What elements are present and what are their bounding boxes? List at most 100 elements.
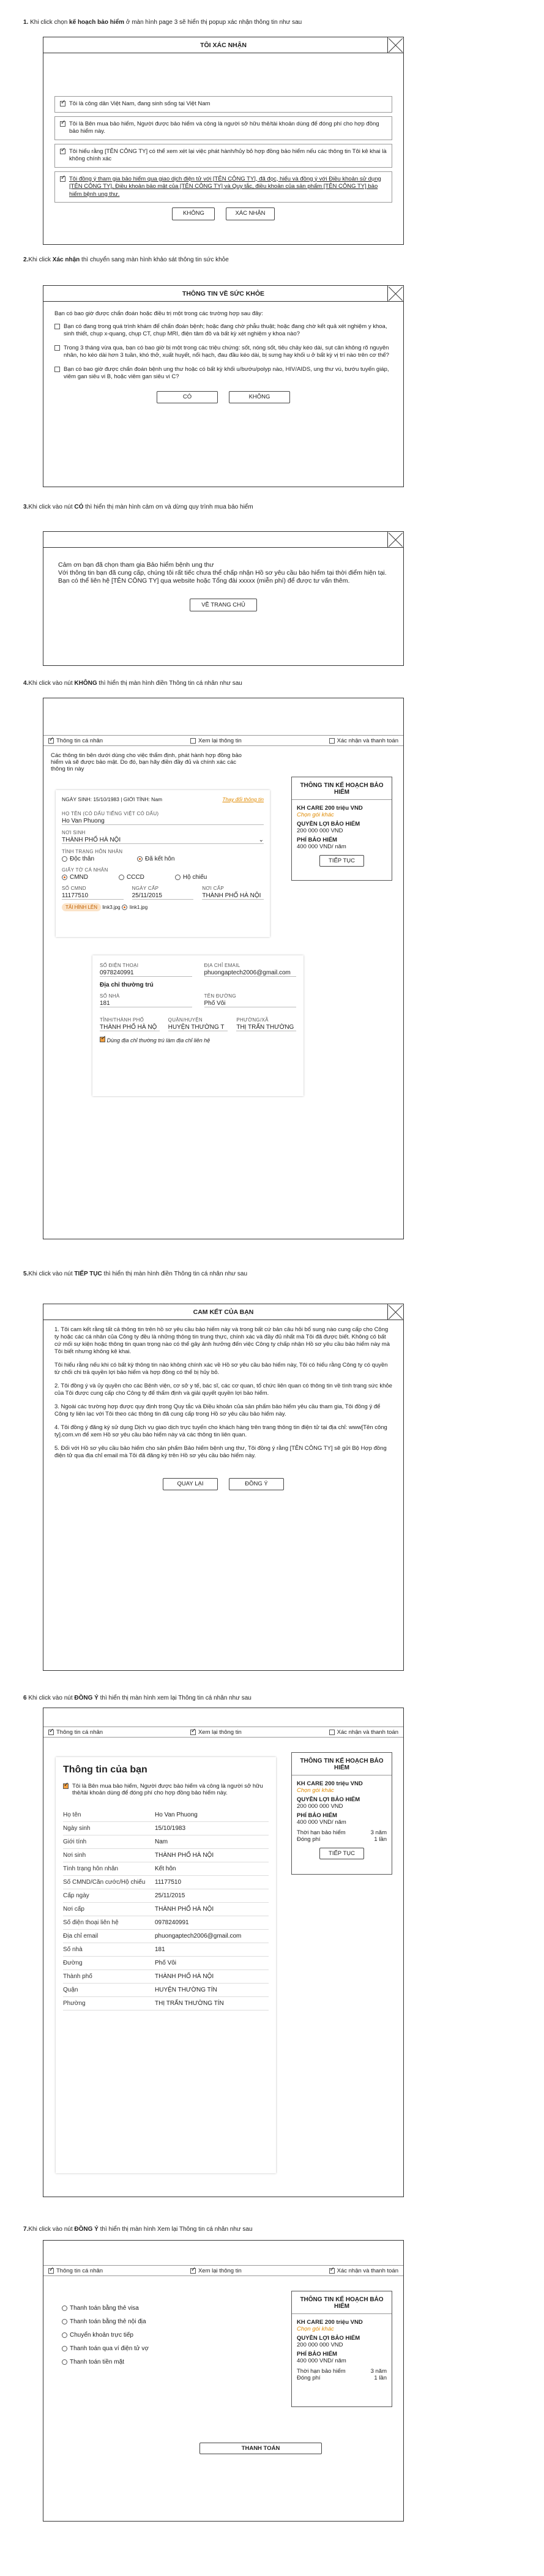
- upload-button[interactable]: TẢI HÌNH LÊN: [62, 903, 102, 911]
- health-item[interactable]: Trong 3 tháng vừa qua, bạn có bao giờ bị…: [54, 343, 392, 361]
- issue-date-field[interactable]: 25/11/2015: [132, 892, 194, 900]
- review-screen: Thông tin cá nhân Xem lại thông tin Xác …: [43, 1708, 404, 2197]
- tab-personal-info[interactable]: Thông tin cá nhân: [48, 736, 103, 744]
- radio-cmnd[interactable]: CMND: [62, 874, 88, 881]
- review-row: Giới tính Nam: [63, 1835, 269, 1849]
- name-field[interactable]: Ho Van Phuong: [62, 818, 264, 825]
- tab-review[interactable]: Xem lại thông tin: [190, 2266, 242, 2274]
- review-row-label: Họ tên: [63, 1812, 81, 1818]
- checkbox-icon[interactable]: [60, 99, 65, 107]
- pay-option[interactable]: Thanh toán qua ví điện tử vợ: [62, 2342, 149, 2356]
- tab-review[interactable]: Xem lại thông tin: [190, 1728, 242, 1736]
- payment-screen: Thông tin cá nhân Xem lại thông tin Xác …: [43, 2240, 404, 2522]
- phone-field[interactable]: 0978240991: [100, 969, 192, 977]
- radio-single[interactable]: Độc thân: [62, 856, 94, 862]
- review-row-value: Kết hôn: [155, 1865, 176, 1872]
- change-info-link[interactable]: Thay đổi thông tin: [222, 796, 264, 802]
- checkbox-icon[interactable]: [60, 174, 65, 182]
- pay-option[interactable]: Thanh toán tiền mặt: [62, 2356, 149, 2369]
- review-row-value: 181: [155, 1946, 165, 1953]
- issue-place-field[interactable]: THÀNH PHỐ HÀ NỘI: [202, 892, 264, 900]
- close-icon[interactable]: [387, 37, 403, 53]
- health-item[interactable]: Bạn có bao giờ được chẩn đoán bệnh ung t…: [54, 365, 392, 383]
- back-button[interactable]: QUAY LẠI: [163, 1478, 218, 1490]
- review-row-label: Quận: [63, 1987, 78, 1993]
- tab-review[interactable]: Xem lại thông tin: [190, 737, 242, 744]
- radio-married[interactable]: Đã kết hôn: [137, 856, 174, 862]
- payment-options: Thanh toán bằng thẻ visa Thanh toán bằng…: [62, 2302, 149, 2369]
- review-row: Nơi cấp THÀNH PHỐ HÀ NỘI: [63, 1903, 269, 1916]
- plan-panel: THÔNG TIN KẾ HOẠCH BẢO HIỂM KH CARE 200 …: [291, 2291, 392, 2407]
- close-icon[interactable]: [387, 1304, 403, 1320]
- tab-payment[interactable]: Xác nhận và thanh toán: [329, 737, 398, 744]
- review-row: Số nhà 181: [63, 1943, 269, 1957]
- confirm-item[interactable]: Tôi là Bên mua bảo hiểm, Người được bảo …: [54, 116, 392, 140]
- confirm-item[interactable]: Tôi đồng ý tham gia bảo hiểm qua giao dị…: [54, 171, 392, 203]
- review-card: Thông tin của bạn Tôi là Bên mua bảo hiể…: [56, 1757, 276, 2173]
- review-row-label: Nơi sinh: [63, 1852, 86, 1859]
- checkbox-icon[interactable]: [54, 345, 60, 351]
- review-row-value: 15/10/1983: [155, 1825, 186, 1832]
- tab-payment[interactable]: Xác nhận và thanh toán: [329, 2266, 398, 2274]
- tab-personal-info[interactable]: Thông tin cá nhân: [48, 2266, 103, 2274]
- pick-other-link[interactable]: Chọn gói khác: [297, 2326, 387, 2332]
- confirm-button[interactable]: XÁC NHẬN: [226, 207, 275, 220]
- house-number-field[interactable]: 181: [100, 1000, 192, 1007]
- personal-info-screen: Thông tin cá nhân Xem lại thông tin Xác …: [43, 698, 404, 1239]
- street-field[interactable]: Phố Vôi: [204, 1000, 296, 1007]
- same-address-checkbox[interactable]: Dùng địa chỉ thường trú làm địa chỉ liên…: [100, 1035, 296, 1043]
- no-button[interactable]: KHÔNG: [229, 390, 290, 403]
- birthplace-select[interactable]: THÀNH PHỐ HÀ NỘI ⌄: [62, 837, 264, 844]
- checkbox-icon[interactable]: [54, 323, 60, 329]
- radio-passport[interactable]: Hộ chiếu: [174, 874, 207, 881]
- review-row-label: Phường: [63, 2000, 86, 2007]
- continue-button[interactable]: TIẾP TỤC: [319, 855, 364, 867]
- close-icon[interactable]: [387, 532, 403, 548]
- close-icon[interactable]: [387, 286, 403, 302]
- review-row: Số điện thoại liên hệ 0978240991: [63, 1916, 269, 1930]
- review-row-value: phuongaptech2006@gmail.com: [155, 1933, 242, 1939]
- health-item[interactable]: Bạn có đang trong quá trình khám để chẩn…: [54, 322, 392, 340]
- city-select[interactable]: THÀNH PHỐ HÀ NỘ: [100, 1024, 160, 1031]
- tab-payment[interactable]: Xác nhận và thanh toán: [329, 1729, 398, 1736]
- review-row: Quận HUYỆN THƯỜNG TÍN: [63, 1984, 269, 1997]
- pay-option[interactable]: Thanh toán bằng thẻ nội địa: [62, 2315, 149, 2329]
- checkbox-icon[interactable]: [60, 119, 65, 127]
- review-row-value: 11177510: [155, 1879, 182, 1886]
- no-button[interactable]: KHÔNG: [172, 207, 215, 220]
- step-2-instruction: 2.Khi click Xác nhận thì chuyển sang màn…: [23, 256, 229, 263]
- checkbox-icon[interactable]: [54, 366, 60, 372]
- review-row-label: Số nhà: [63, 1946, 83, 1953]
- home-button[interactable]: VỀ TRANG CHỦ: [190, 599, 257, 611]
- review-row-value: THÀNH PHỐ HÀ NỘI: [155, 1973, 214, 1980]
- plan-panel: THÔNG TIN KẾ HOẠCH BẢO HIỂM KH CARE 200 …: [291, 1752, 392, 1875]
- review-row-label: Số CMND/Căn cước/Hộ chiếu: [63, 1879, 146, 1886]
- review-row: Ngày sinh 15/10/1983: [63, 1822, 269, 1835]
- district-select[interactable]: HUYỆN THƯỜNG T: [168, 1024, 228, 1031]
- pay-option[interactable]: Chuyển khoản trực tiếp: [62, 2329, 149, 2342]
- review-row-value: THỊ TRẤN THƯỜNG TÍN: [155, 2000, 224, 2007]
- continue-button[interactable]: TIẾP TỤC: [319, 1848, 364, 1859]
- step-3-instruction: 3.Khi click vào nút CÓ thì hiển thị màn …: [23, 504, 253, 510]
- review-row-label: Nơi cấp: [63, 1906, 84, 1913]
- radio-cccd[interactable]: CCCD: [119, 874, 144, 881]
- confirm-item[interactable]: Tôi hiểu rằng [TÊN CÔNG TY] có thể xem x…: [54, 143, 392, 168]
- ward-select[interactable]: THỊ TRẤN THƯỜNG: [236, 1024, 297, 1031]
- yes-button[interactable]: CÓ: [157, 390, 218, 403]
- review-row-value: THÀNH PHỐ HÀ NỘI: [155, 1852, 214, 1859]
- id-number-field[interactable]: 11177510: [62, 892, 124, 900]
- step-1-instruction: 1. Khi click chọn kế hoạch bảo hiểm ở mà…: [23, 19, 302, 26]
- confirm-item[interactable]: Tôi là công dân Việt Nam, đang sinh sống…: [54, 96, 392, 113]
- pay-button[interactable]: THANH TOÁN: [199, 2443, 322, 2454]
- review-row-label: Địa chỉ email: [63, 1933, 99, 1939]
- agree-button[interactable]: ĐỒNG Ý: [229, 1478, 284, 1490]
- chevron-down-icon: ⌄: [258, 837, 264, 843]
- pick-other-link[interactable]: Chọn gói khác: [297, 1787, 387, 1794]
- review-row: Đường Phố Vôi: [63, 1957, 269, 1970]
- email-field[interactable]: phuongaptech2006@gmail.com: [204, 969, 296, 977]
- pick-other-link[interactable]: Chọn gói khác: [297, 812, 387, 818]
- owner-confirm[interactable]: Tôi là Bên mua bảo hiểm, Người được bảo …: [63, 1782, 269, 1796]
- tab-personal-info[interactable]: Thông tin cá nhân: [48, 1728, 103, 1736]
- checkbox-icon[interactable]: [60, 147, 65, 154]
- pay-option[interactable]: Thanh toán bằng thẻ visa: [62, 2302, 149, 2315]
